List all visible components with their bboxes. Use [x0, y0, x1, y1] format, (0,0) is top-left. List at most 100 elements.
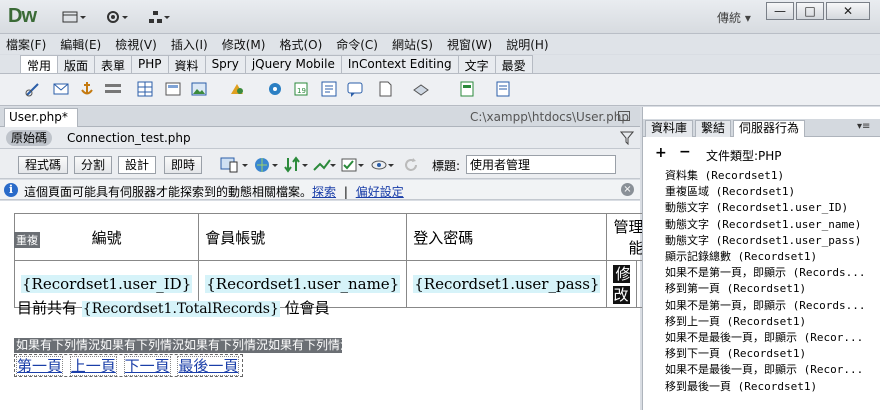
email-link-icon[interactable]	[52, 80, 70, 98]
live-view-button[interactable]: 即時	[164, 156, 203, 174]
tab-databases[interactable]: 資料庫	[645, 120, 694, 137]
total-records-binding[interactable]: {Recordset1.TotalRecords}	[81, 301, 280, 317]
close-button[interactable]: ✕	[826, 2, 870, 20]
visual-aids-icon[interactable]	[340, 156, 366, 177]
tab-jquery-mobile[interactable]: jQuery Mobile	[244, 55, 342, 73]
previous-page-link[interactable]: 上一頁	[69, 356, 117, 376]
tab-php[interactable]: PHP	[131, 55, 169, 73]
list-item[interactable]: 移到下一頁 (Recordset1)	[665, 346, 879, 362]
list-item[interactable]: 重複區域 (Recordset1)	[665, 184, 879, 200]
server-side-include-icon[interactable]	[320, 80, 338, 98]
list-item[interactable]: 移到最後一頁 (Recordset1)	[665, 379, 879, 395]
panel-menu-icon[interactable]: ▾≡	[857, 121, 870, 132]
tab-favorites[interactable]: 最愛	[494, 55, 533, 73]
tab-text[interactable]: 文字	[457, 55, 496, 73]
view-options-icon[interactable]	[370, 156, 396, 177]
date-icon[interactable]: 19	[292, 80, 310, 98]
maximize-button[interactable]: □	[796, 2, 824, 20]
menu-site[interactable]: 網站(S)	[392, 36, 433, 53]
next-page-link[interactable]: 下一頁	[123, 356, 171, 376]
horizontal-rule-icon[interactable]	[104, 80, 122, 98]
media-icon[interactable]	[228, 80, 246, 98]
list-item[interactable]: 移到上一頁 (Recordset1)	[665, 314, 879, 330]
header-username[interactable]: 會員帳號	[198, 213, 408, 261]
table-icon[interactable]	[136, 80, 154, 98]
insert-div-icon[interactable]	[164, 80, 182, 98]
first-page-link[interactable]: 第一頁	[16, 356, 64, 376]
list-item[interactable]: 資料集 (Recordset1)	[665, 168, 879, 184]
tab-server-behaviors[interactable]: 伺服器行為	[733, 120, 806, 137]
menu-commands[interactable]: 命令(C)	[336, 36, 378, 53]
script-icon[interactable]	[412, 80, 430, 98]
menu-help[interactable]: 說明(H)	[506, 36, 548, 53]
browser-compat-icon[interactable]	[312, 156, 338, 177]
list-item[interactable]: 動態文字 (Recordset1.user_pass)	[665, 233, 879, 249]
tab-common[interactable]: 常用	[20, 55, 59, 73]
tab-bindings[interactable]: 繫結	[695, 120, 732, 137]
related-file-connection[interactable]: Connection_test.php	[67, 131, 191, 145]
header-id[interactable]: 編號	[13, 213, 200, 261]
page-title-input[interactable]	[466, 155, 616, 174]
minimize-button[interactable]: —	[766, 2, 794, 20]
templates-icon[interactable]	[458, 80, 476, 98]
refresh-icon[interactable]	[402, 156, 420, 177]
workspace-switcher[interactable]: 傳統 ▾	[717, 9, 751, 26]
document-tab[interactable]: User.php* ×	[4, 108, 78, 138]
code-view-button[interactable]: 程式碼	[18, 156, 69, 174]
show-if-region-tag[interactable]: 如果有下列情況如果有下列情況如果有下列情況如果有下列情況，即顯示...	[14, 338, 342, 353]
tag-chooser-icon[interactable]	[494, 80, 512, 98]
site-map-icon[interactable]	[148, 8, 172, 26]
split-view-button[interactable]: 分割	[74, 156, 113, 174]
dynamic-text[interactable]: {Recordset1.user_pass}	[413, 275, 601, 293]
design-view-button[interactable]: 設計	[118, 156, 157, 174]
header-password[interactable]: 登入密碼	[406, 213, 608, 261]
source-code-badge[interactable]: 原始碼	[6, 130, 53, 146]
repeat-region-tag[interactable]: 重複	[14, 232, 40, 248]
list-item[interactable]: 顯示記錄總數 (Recordset1)	[665, 249, 879, 265]
dynamic-text[interactable]: {Recordset1.user_ID}	[21, 275, 193, 293]
discover-link[interactable]: 探索	[312, 185, 336, 199]
menu-edit[interactable]: 編輯(E)	[60, 36, 101, 53]
list-item[interactable]: 動態文字 (Recordset1.user_ID)	[665, 200, 879, 216]
image-icon[interactable]	[190, 80, 208, 98]
dynamic-text[interactable]: {Recordset1.user_name}	[205, 275, 401, 293]
comment-icon[interactable]	[346, 80, 364, 98]
edit-link[interactable]: 修改	[613, 265, 631, 304]
menu-format[interactable]: 格式(O)	[279, 36, 322, 53]
file-management-icon[interactable]	[284, 156, 310, 177]
list-item[interactable]: 動態文字 (Recordset1.user_name)	[665, 217, 879, 233]
preview-browser-icon[interactable]	[254, 156, 280, 177]
cell-edit[interactable]: 修改	[606, 260, 638, 308]
cell-user-pass[interactable]: {Recordset1.user_pass}	[406, 260, 608, 308]
design-view[interactable]: 編號 會員帳號 登入密碼 管理功能 {Recordset1.user_ID} {…	[0, 201, 666, 410]
tab-layout[interactable]: 版面	[57, 55, 96, 73]
tab-data[interactable]: 資料	[167, 55, 206, 73]
menu-modify[interactable]: 修改(M)	[222, 36, 266, 53]
menu-view[interactable]: 檢視(V)	[115, 36, 157, 53]
named-anchor-icon[interactable]	[78, 80, 96, 98]
filter-icon[interactable]	[619, 131, 635, 148]
menu-window[interactable]: 視窗(W)	[447, 36, 492, 53]
tab-forms[interactable]: 表單	[94, 55, 133, 73]
widget-icon[interactable]	[266, 80, 284, 98]
restore-document-icon[interactable]	[618, 111, 630, 121]
list-item[interactable]: 如果不是第一頁，即顯示 (Records...	[665, 298, 879, 314]
head-icon[interactable]	[376, 80, 394, 98]
list-item[interactable]: 如果不是最後一頁，即顯示 (Recor...	[665, 362, 879, 378]
list-item[interactable]: 移到第一頁 (Recordset1)	[665, 281, 879, 297]
hyperlink-icon[interactable]	[24, 80, 42, 98]
remove-behavior-button[interactable]: −	[679, 144, 691, 160]
tab-incontext-editing[interactable]: InContext Editing	[340, 55, 459, 73]
gear-icon[interactable]	[106, 8, 130, 26]
records-table[interactable]: 編號 會員帳號 登入密碼 管理功能 {Recordset1.user_ID} {…	[13, 213, 666, 308]
preferences-link[interactable]: 偏好設定	[356, 185, 404, 199]
list-item[interactable]: 如果不是最後一頁，即顯示 (Recor...	[665, 330, 879, 346]
multiscreen-icon[interactable]	[220, 156, 250, 177]
tab-spry[interactable]: Spry	[204, 55, 246, 73]
menu-file[interactable]: 檔案(F)	[6, 36, 46, 53]
menu-insert[interactable]: 插入(I)	[171, 36, 208, 53]
last-page-link[interactable]: 最後一頁	[177, 356, 240, 376]
layout-icon[interactable]	[62, 8, 86, 26]
add-behavior-button[interactable]: +	[655, 145, 667, 161]
list-item[interactable]: 如果不是第一頁，即顯示 (Records...	[665, 265, 879, 281]
